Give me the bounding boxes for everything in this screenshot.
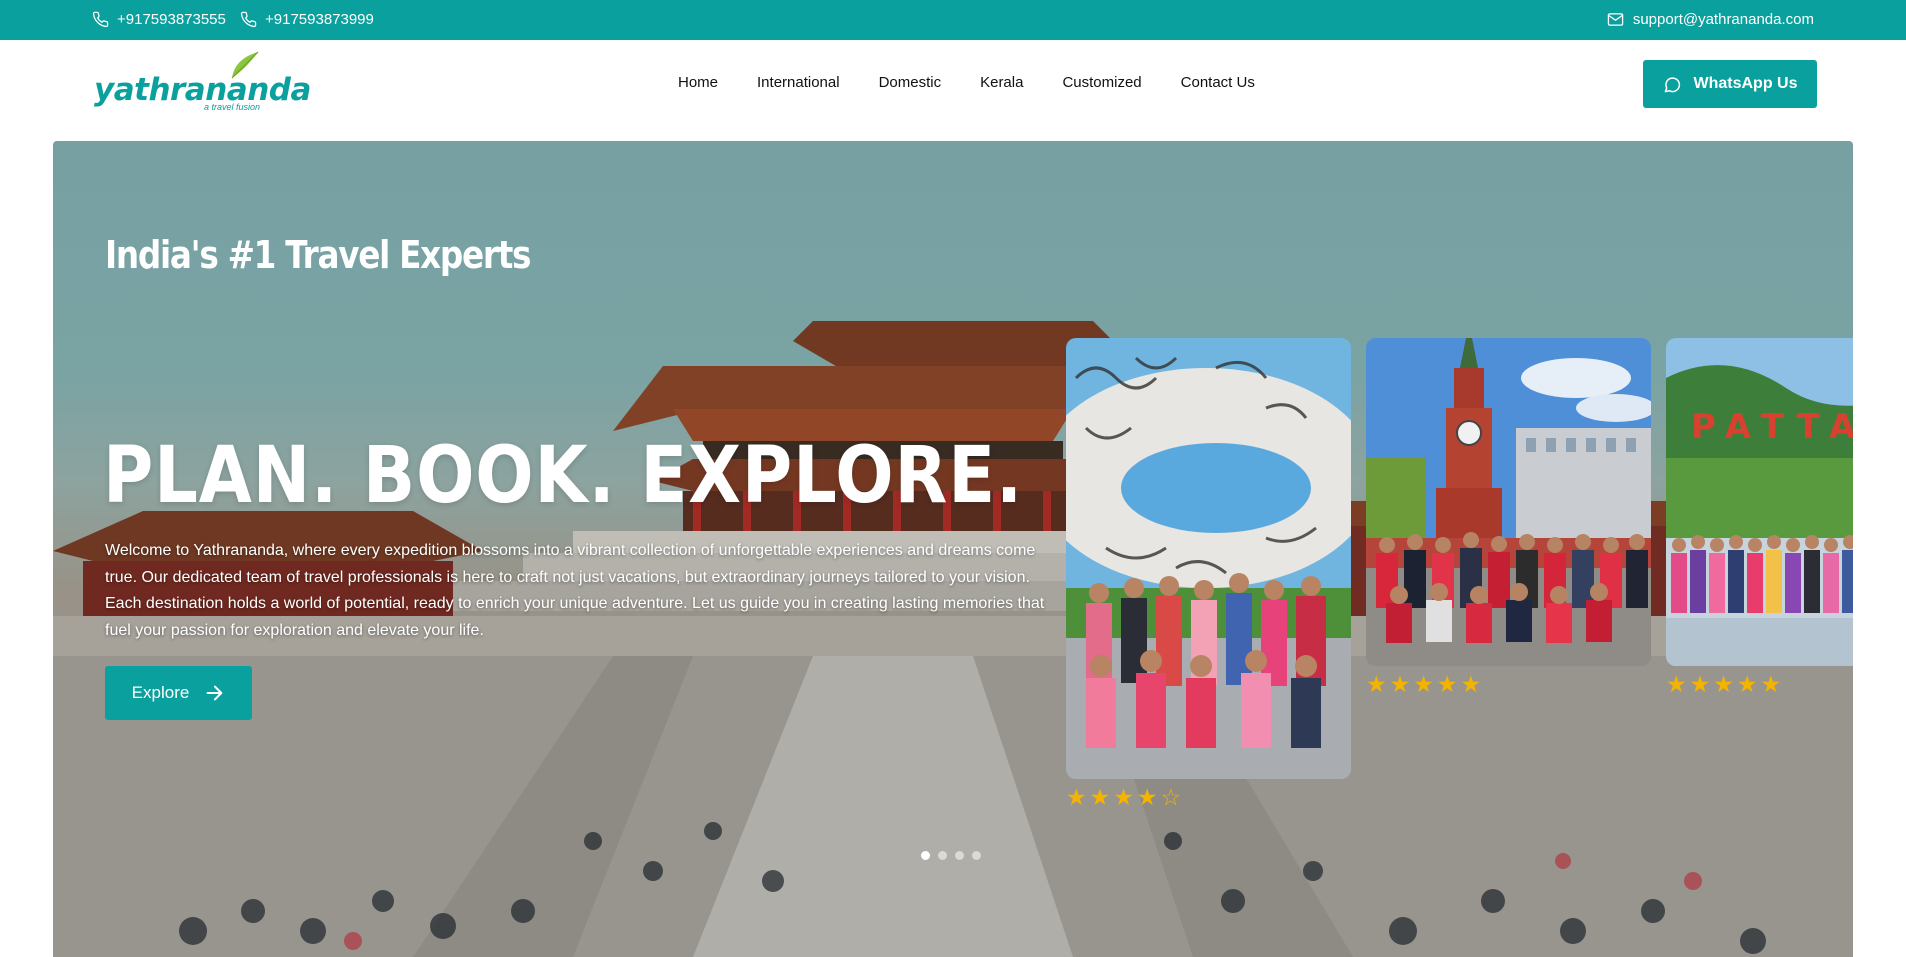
mail-icon — [1607, 13, 1624, 26]
card-3-rating: ★ ★ ★ ★ ★ — [1666, 673, 1781, 696]
card-2-rating: ★ ★ ★ ★ ★ — [1366, 673, 1481, 696]
carousel-dot-1[interactable] — [921, 851, 930, 860]
tour-photo-moscow — [1366, 338, 1651, 666]
whatsapp-label: WhatsApp Us — [1693, 75, 1798, 92]
phone-number-2: +917593873999 — [265, 11, 374, 28]
explore-button[interactable]: Explore — [105, 666, 252, 720]
star-icon: ★ — [1066, 784, 1087, 810]
carousel-dot-3[interactable] — [955, 851, 964, 860]
logo-wordmark: yathrananda — [94, 72, 311, 108]
email-link[interactable]: support@yathrananda.com — [1607, 11, 1814, 28]
phone-link-1[interactable]: +917593873555 — [92, 11, 226, 28]
nav-customized[interactable]: Customized — [1062, 74, 1141, 91]
star-icon: ★ — [1136, 784, 1158, 810]
star-icon: ★ — [1413, 671, 1434, 697]
tour-card-2[interactable] — [1366, 338, 1651, 666]
tour-card-1[interactable] — [1066, 338, 1351, 779]
star-icon: ★ — [1366, 671, 1387, 697]
email-address: support@yathrananda.com — [1632, 11, 1814, 28]
hero-headline: PLAN. BOOK. EXPLORE. — [103, 431, 1023, 521]
star-icon: ★ — [1113, 784, 1134, 810]
whatsapp-button[interactable]: WhatsApp Us — [1643, 60, 1817, 108]
phone-link-2[interactable]: +917593873999 — [240, 11, 374, 28]
star-icon: ★ — [1460, 671, 1482, 697]
card-1-rating: ★ ★ ★ ★ ☆ — [1066, 786, 1181, 809]
nav-domestic[interactable]: Domestic — [879, 74, 942, 91]
hero-banner: India's #1 Travel Experts PLAN. BOOK. EX… — [53, 141, 1853, 957]
carousel-dot-4[interactable] — [972, 851, 981, 860]
star-icon: ★ — [1389, 671, 1411, 697]
nav-home[interactable]: Home — [678, 74, 718, 91]
main-nav: Home International Domestic Kerala Custo… — [678, 74, 1294, 91]
nav-kerala[interactable]: Kerala — [980, 74, 1023, 91]
tour-photo-pattaya: PATTA — [1666, 338, 1853, 666]
arrow-right-icon — [206, 685, 223, 701]
hero-intro-text: Welcome to Yathrananda, where every expe… — [105, 542, 1045, 639]
phone-icon — [92, 11, 109, 28]
star-icon: ★ — [1689, 671, 1711, 697]
site-logo[interactable]: yathrananda a travel fusion — [92, 50, 311, 112]
star-outline-icon: ☆ — [1160, 784, 1182, 810]
hero-tagline: India's #1 Travel Experts — [105, 233, 532, 277]
chat-bubble-icon — [1664, 76, 1680, 92]
nav-contact-us[interactable]: Contact Us — [1181, 74, 1255, 91]
pattaya-sign-text: PATTA — [1691, 407, 1853, 447]
star-icon: ★ — [1713, 671, 1734, 697]
leaf-icon — [231, 51, 259, 79]
tour-photo-dubai — [1066, 338, 1351, 779]
carousel-pagination — [921, 851, 981, 860]
top-contact-bar: +917593873555 +917593873999 support@yath… — [0, 0, 1906, 40]
star-icon: ★ — [1736, 671, 1758, 697]
star-icon: ★ — [1760, 671, 1782, 697]
phone-icon — [240, 11, 257, 28]
explore-label: Explore — [131, 683, 190, 702]
tour-card-3[interactable]: PATTA — [1666, 338, 1853, 666]
nav-international[interactable]: International — [757, 74, 840, 91]
star-icon: ★ — [1436, 671, 1458, 697]
star-icon: ★ — [1089, 784, 1111, 810]
site-header: yathrananda a travel fusion Home Interna… — [0, 40, 1906, 141]
carousel-dot-2[interactable] — [938, 851, 947, 860]
star-icon: ★ — [1666, 671, 1687, 697]
logo-subtext: a travel fusion — [204, 102, 261, 112]
phone-number-1: +917593873555 — [117, 11, 226, 28]
